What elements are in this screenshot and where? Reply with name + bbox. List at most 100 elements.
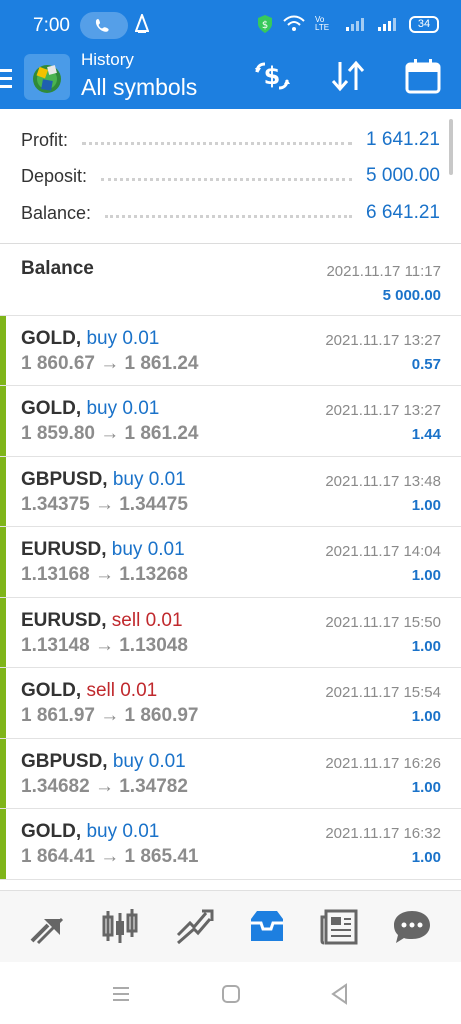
trade-title: GOLD, sell 0.01 xyxy=(21,680,157,702)
trade-symbol: GOLD, xyxy=(21,398,82,419)
summary-row-balance: Balance: 6 641.21 xyxy=(21,198,440,228)
svg-text:$: $ xyxy=(264,62,281,90)
mt-history-screen: 7:00 $ Vo LTE 34 History All symbols $ P… xyxy=(0,0,461,1024)
trade-date: 2021.11.17 13:27 xyxy=(325,402,441,419)
app-logo[interactable] xyxy=(24,54,70,100)
summary-value: 6 641.21 xyxy=(366,202,440,223)
chart-icon[interactable] xyxy=(98,905,142,949)
trade-profit: 1.00 xyxy=(411,708,441,725)
trade-date: 2021.11.17 15:54 xyxy=(325,684,441,701)
trade-title: GOLD, buy 0.01 xyxy=(21,821,159,843)
money-shield-icon: $ xyxy=(258,15,272,33)
summary-row-profit: Profit: 1 641.21 xyxy=(21,125,440,155)
trade-prices: 1.34375 → 1.34475 xyxy=(21,493,188,515)
battery-indicator: 34 xyxy=(409,15,439,33)
trade-side: buy 0.01 xyxy=(112,750,186,772)
trade-profit: 1.00 xyxy=(411,637,441,655)
dotted-leader xyxy=(101,177,353,181)
trade-indicator-bar xyxy=(0,668,6,738)
trade-row[interactable]: GOLD, buy 0.01 1 859.80 → 1 861.24 2021.11… xyxy=(0,386,461,457)
summary-label: Deposit: xyxy=(21,165,88,186)
symbol-filter[interactable]: All symbols xyxy=(81,74,197,101)
trade-symbol: GOLD, xyxy=(21,821,82,842)
wifi-icon xyxy=(283,15,305,31)
trade-prices: 1 864.41 → 1 865.41 xyxy=(21,846,199,867)
trade-profit: 1.00 xyxy=(411,849,441,866)
trade-row[interactable]: GOLD, sell 0.01 1 861.97 → 1 860.97 2021.1… xyxy=(0,668,461,739)
trade-row[interactable]: GBPUSD, buy 0.01 1.34375 → 1.34475 2021.11… xyxy=(0,456,461,527)
trade-date: 2021.11.17 13:48 xyxy=(325,472,441,490)
trade-title: GOLD, buy 0.01 xyxy=(21,398,159,420)
back-icon[interactable] xyxy=(326,980,354,1008)
sort-icon[interactable] xyxy=(328,56,368,96)
quotes-icon[interactable] xyxy=(26,905,70,949)
summary-label: Balance: xyxy=(21,202,92,223)
ongoing-call-pill[interactable] xyxy=(80,12,128,39)
trade-side: buy 0.01 xyxy=(86,398,160,419)
history-list: Balance 2021.11.17 11:17 5 000.00 GOLD, … xyxy=(0,245,461,880)
summary-value: 5 000.00 xyxy=(366,165,440,186)
dotted-leader xyxy=(82,141,353,145)
trade-title: GOLD, buy 0.01 xyxy=(21,328,159,350)
summary-row-deposit: Deposit: 5 000.00 xyxy=(21,161,440,191)
menu-icon[interactable] xyxy=(0,66,14,90)
calendar-icon[interactable] xyxy=(403,56,443,96)
trade-prices: 1.13168 → 1.13268 xyxy=(21,564,188,585)
dotted-leader xyxy=(105,214,353,218)
trade-symbol: GBPUSD, xyxy=(21,750,108,772)
trade-symbol: EURUSD, xyxy=(21,609,107,631)
trade-prices: 1 861.97 → 1 860.97 xyxy=(21,705,199,726)
scrollbar-thumb[interactable] xyxy=(449,119,453,175)
currency-exchange-icon[interactable]: $ xyxy=(252,56,292,96)
trade-symbol: GOLD, xyxy=(21,327,82,349)
trade-row[interactable]: GBPUSD, buy 0.01 1.34682 → 1.34782 2021.11… xyxy=(0,738,461,809)
trade-symbol: GBPUSD, xyxy=(21,468,108,490)
status-icons: $ Vo LTE 34 xyxy=(257,14,439,34)
signal-icon-2 xyxy=(378,18,396,31)
news-icon[interactable] xyxy=(318,905,362,949)
trade-prices: 1.34682 → 1.34782 xyxy=(21,775,188,797)
volte-label: Vo LTE xyxy=(315,15,330,32)
trade-row[interactable]: EURUSD, sell 0.01 1.13148 → 1.13048 2021.1… xyxy=(0,597,461,668)
trade-symbol: EURUSD, xyxy=(21,539,107,560)
summary-label: Profit: xyxy=(21,129,69,150)
status-bar: 7:00 $ Vo LTE 34 xyxy=(0,0,461,50)
status-time: 7:00 xyxy=(33,15,70,36)
trade-side: buy 0.01 xyxy=(86,327,160,349)
trade-side: buy 0.01 xyxy=(86,821,160,842)
home-icon[interactable] xyxy=(217,980,245,1008)
trade-title: GBPUSD, buy 0.01 xyxy=(21,751,186,773)
svg-text:$: $ xyxy=(262,20,268,31)
summary-value: 1 641.21 xyxy=(366,129,440,150)
phone-icon xyxy=(95,19,109,32)
trade-title: GBPUSD, buy 0.01 xyxy=(21,469,186,491)
signal-icon xyxy=(346,18,364,31)
trade-profit: 1.00 xyxy=(411,496,441,514)
balance-entry[interactable]: Balance 2021.11.17 11:17 5 000.00 xyxy=(0,245,461,316)
trade-title: EURUSD, buy 0.01 xyxy=(21,539,185,561)
trade-profit: 1.00 xyxy=(411,778,441,796)
trade-prices: 1 860.67 → 1 861.24 xyxy=(21,352,199,374)
metatrader-logo-icon xyxy=(33,65,61,93)
page-title: History xyxy=(81,50,134,69)
trade-side: buy 0.01 xyxy=(112,468,186,490)
trade-date: 2021.11.17 15:50 xyxy=(325,613,441,631)
trade-date: 2021.11.17 16:26 xyxy=(325,754,441,772)
entry-amount: 5 000.00 xyxy=(382,287,441,304)
trade-indicator-bar xyxy=(0,456,6,526)
trade-title: EURUSD, sell 0.01 xyxy=(21,610,183,632)
app-header: History All symbols $ xyxy=(0,50,461,109)
history-icon[interactable] xyxy=(245,905,289,949)
trade-row[interactable]: GOLD, buy 0.01 1 860.67 → 1 861.24 2021.11… xyxy=(0,315,461,386)
trade-side: buy 0.01 xyxy=(111,539,185,560)
trade-row[interactable]: EURUSD, buy 0.01 1.13168 → 1.13268 2021.11… xyxy=(0,527,461,598)
trade-indicator-bar xyxy=(0,738,6,808)
trade-date: 2021.11.17 13:27 xyxy=(325,331,441,349)
account-summary: Profit: 1 641.21 Deposit: 5 000.00 Balan… xyxy=(0,109,461,244)
trade-row[interactable]: GOLD, buy 0.01 1 864.41 → 1 865.41 2021.11… xyxy=(0,809,461,880)
recent-apps-icon[interactable] xyxy=(107,980,135,1008)
system-navigation xyxy=(0,962,461,1024)
trade-icon[interactable] xyxy=(172,905,216,949)
app-notification-icon xyxy=(135,14,149,33)
chat-icon[interactable] xyxy=(390,905,434,949)
